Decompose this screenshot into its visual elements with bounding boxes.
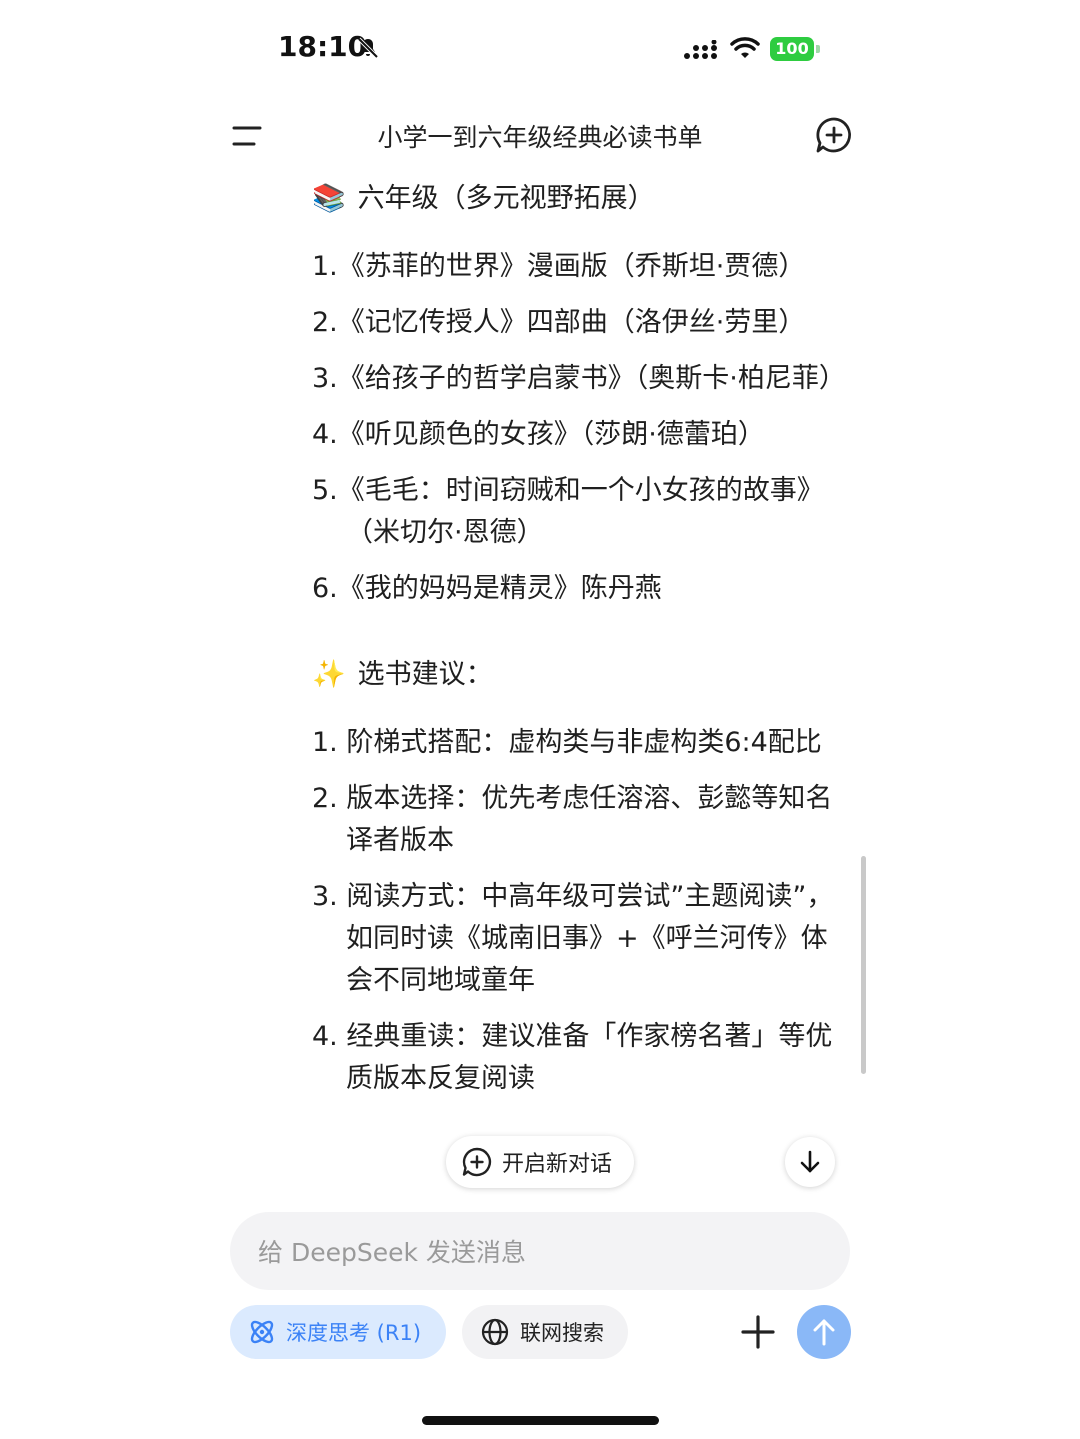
web-search-toggle[interactable]: 联网搜索 [462,1305,628,1359]
list-item: 3. 阅读方式：中高年级可尝试”主题阅读”，如同时读《城南旧事》+《呼兰河传》体… [312,881,834,996]
atom-icon [250,1320,274,1344]
new-chat-icon [462,1147,492,1177]
new-chat-label: 开启新对话 [502,1152,613,1177]
list-item: 4. 经典重读：建议准备「作家榜名著」等优质版本反复阅读 [312,1021,833,1094]
deepthink-label: 深度思考 (R1) [286,1321,422,1345]
menu-icon[interactable] [232,124,262,148]
cellular-signal-icon [684,40,717,59]
list-item: 1.《苏菲的世界》漫画版（乔斯坦·贾德） [312,251,806,282]
list-item: 4.《听见颜色的女孩》（莎朗·德蕾珀） [312,419,765,450]
new-chat-icon[interactable] [815,116,853,154]
battery-icon: 100 [770,37,820,61]
arrow-up-icon [813,1319,835,1346]
scroll-to-bottom-button[interactable] [785,1137,835,1187]
message-content: 📚 六年级（多元视野拓展） 1.《苏菲的世界》漫画版（乔斯坦·贾德） 2.《记忆传… [312,168,842,1188]
globe-icon [481,1318,509,1346]
list-item: 6.《我的妈妈是精灵》陈丹燕 [312,573,662,604]
list-item: 3.《给孩子的哲学启蒙书》（奥斯卡·柏尼菲） [312,363,842,394]
page-title: 小学一到六年级经典必读书单 [377,123,703,152]
message-input[interactable] [256,1212,820,1292]
list-item: 1. 阶梯式搭配：虚构类与非虚构类6:4配比 [312,727,822,758]
grade6-heading-text: 六年级（多元视野拓展） [357,183,655,214]
list-item: 2. 版本选择：优先考虑任溶溶、彭懿等知名译者版本 [312,783,833,856]
books-icon: 📚 [312,183,346,214]
battery-level: 100 [770,37,814,61]
deepthink-toggle[interactable]: 深度思考 (R1) [230,1305,446,1359]
advice-list: 1. 阶梯式搭配：虚构类与非虚构类6:4配比 2. 版本选择：优先考虑任溶溶、彭… [312,722,842,1100]
list-item: 2.《记忆传授人》四部曲（洛伊丝·劳里） [312,307,806,338]
bell-mute-icon [357,37,379,59]
arrow-down-icon [800,1150,820,1173]
list-item: 5.《毛毛：时间窃贼和一个小女孩的故事》（米切尔·恩德） [312,475,824,548]
status-time: 18:10 [278,30,368,63]
web-search-label: 联网搜索 [520,1321,604,1345]
new-chat-button[interactable]: 开启新对话 [446,1136,634,1188]
advice-heading-text: 选书建议： [357,659,493,690]
home-indicator[interactable] [422,1416,659,1425]
scrollbar[interactable] [861,856,866,1074]
grade6-book-list: 1.《苏菲的世界》漫画版（乔斯坦·贾德） 2.《记忆传授人》四部曲（洛伊丝·劳里… [312,246,842,610]
advice-heading: ✨ 选书建议： [312,650,842,710]
message-input-box[interactable] [230,1212,850,1292]
wifi-icon [730,37,760,58]
send-button[interactable] [797,1305,851,1359]
attach-plus-icon[interactable] [738,1312,778,1352]
grade6-heading: 📚 六年级（多元视野拓展） [312,174,842,234]
sparkles-icon: ✨ [312,659,346,690]
